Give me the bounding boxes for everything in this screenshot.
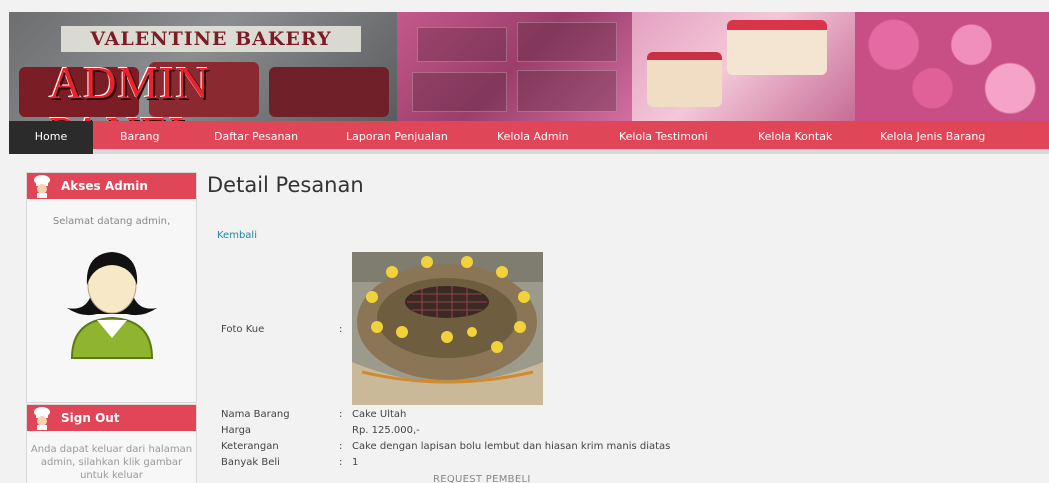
- banner-tile: [517, 22, 617, 62]
- page-title: Detail Pesanan: [207, 173, 364, 197]
- field-colon: :: [339, 441, 343, 452]
- nav-kelola-testimoni[interactable]: Kelola Testimoni: [619, 121, 708, 154]
- field-label-keterangan: Keterangan: [221, 441, 279, 452]
- banner-panel-strawberry-cake: [632, 12, 855, 121]
- nav-kelola-admin[interactable]: Kelola Admin: [497, 121, 569, 154]
- nav-kelola-jenis-barang[interactable]: Kelola Jenis Barang: [880, 121, 985, 154]
- nav-home[interactable]: Home: [9, 121, 93, 154]
- nav-daftar-pesanan[interactable]: Daftar Pesanan: [214, 121, 298, 154]
- banner-panel-donuts: [855, 12, 1049, 121]
- admin-access-header: Akses Admin: [27, 173, 196, 199]
- banner-cake-shape: [727, 20, 827, 75]
- nav-laporan-penjualan[interactable]: Laporan Penjualan: [346, 121, 448, 154]
- field-label-banyak-beli: Banyak Beli: [221, 457, 280, 468]
- cake-photo: [352, 252, 543, 405]
- signout-header[interactable]: Sign Out: [27, 405, 196, 431]
- field-colon: :: [339, 457, 343, 468]
- signout-title: Sign Out: [61, 411, 120, 425]
- nav-kelola-kontak[interactable]: Kelola Kontak: [758, 121, 832, 154]
- photo-label: Foto Kue: [221, 324, 265, 335]
- signout-box[interactable]: Sign Out Anda dapat keluar dari halaman …: [26, 404, 197, 483]
- banner-panel-chocolates: [397, 12, 632, 121]
- request-section-title: REQUEST PEMBELI: [433, 474, 531, 483]
- sidebar: Akses Admin Selamat datang admin, Sign O…: [26, 172, 197, 483]
- welcome-text: Selamat datang admin,: [52, 216, 171, 227]
- main-nav: Home Barang Daftar Pesanan Laporan Penju…: [9, 121, 1049, 154]
- nav-barang[interactable]: Barang: [120, 121, 160, 154]
- field-value-nama-barang: Cake Ultah: [352, 409, 407, 420]
- cake-image: [352, 252, 543, 405]
- banner-subtitle: VALENTINE BAKERY: [61, 26, 361, 52]
- field-value-harga: Rp. 125.000,-: [352, 425, 420, 436]
- signout-text: Anda dapat keluar dari halaman admin, si…: [30, 444, 193, 481]
- admin-access-box: Akses Admin Selamat datang admin,: [26, 172, 197, 403]
- photo-colon: :: [339, 324, 343, 335]
- field-colon: :: [339, 409, 343, 420]
- header-banner: VALENTINE BAKERY ADMIN PANEL: [9, 12, 1049, 121]
- chef-icon: [34, 407, 50, 430]
- avatar-icon: [66, 252, 157, 359]
- banner-tile: [417, 27, 507, 62]
- chef-icon: [34, 175, 50, 198]
- field-value-banyak-beli: 1: [352, 457, 359, 468]
- back-link[interactable]: Kembali: [217, 230, 257, 241]
- admin-access-title: Akses Admin: [61, 179, 148, 193]
- banner-title: ADMIN PANEL: [49, 57, 210, 122]
- field-label-harga: Harga: [221, 425, 252, 436]
- field-label-nama-barang: Nama Barang: [221, 409, 290, 420]
- banner-tile: [517, 70, 617, 112]
- banner-tile: [412, 72, 507, 112]
- field-value-keterangan: Cake dengan lapisan bolu lembut dan hias…: [352, 441, 671, 452]
- banner-cake-shape: [647, 52, 722, 107]
